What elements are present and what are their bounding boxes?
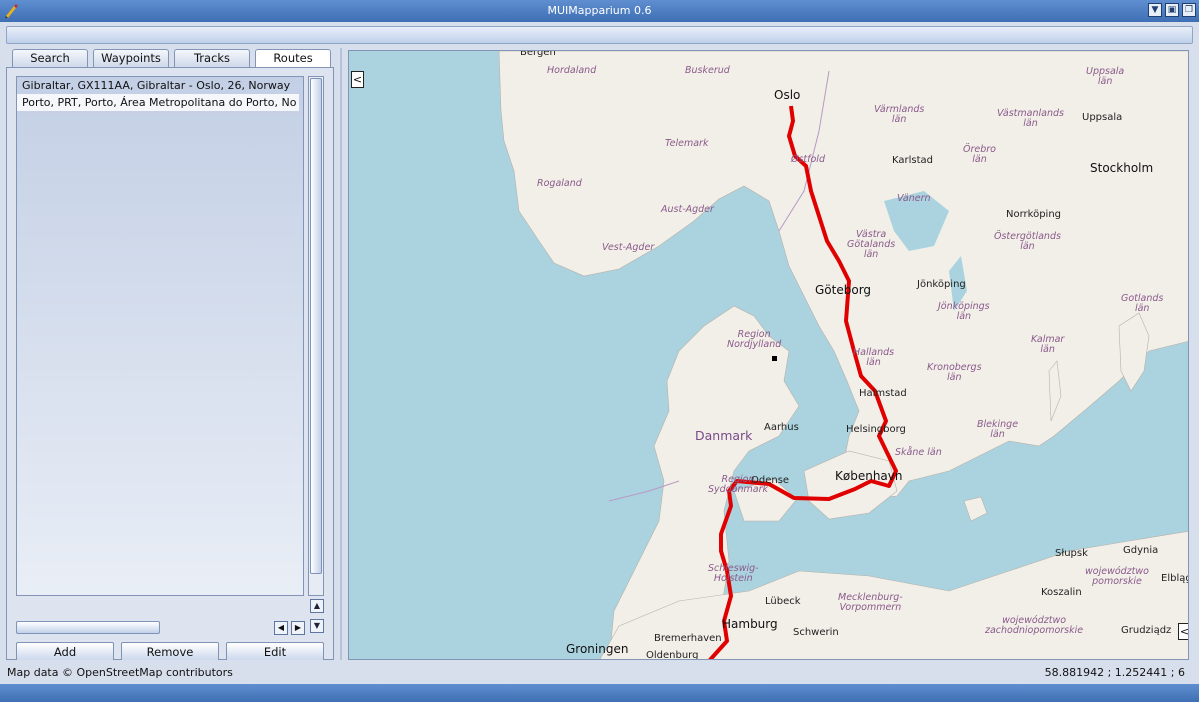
map-label: województwo zachodniopomorskie [985,615,1084,636]
map-label: Elbląg [1161,573,1189,584]
map-label: Vest-Agder [602,242,655,253]
map-label: Grudziądz [1121,625,1172,636]
map-label: województwo pomorskie [1085,566,1149,587]
routes-list[interactable]: Gibraltar, GX111AA, Gibraltar - Oslo, 26… [16,76,304,596]
map-label: Göteborg [815,283,872,297]
bottom-border [0,684,1199,702]
app-icon [5,4,18,18]
map-label: Schwerin [793,627,839,638]
edit-button[interactable]: Edit [226,642,324,662]
map-label: Hallands län [853,347,895,368]
scroll-right-icon[interactable]: ▶ [291,621,305,635]
bornholm-island [963,496,988,522]
list-vertical-scrollbar[interactable] [308,76,324,596]
panel-splitter[interactable] [340,48,342,660]
map-label: Blekinge län [977,419,1019,440]
tab-waypoints[interactable]: Waypoints [93,49,169,67]
map-label: København [835,469,903,483]
map-label: Østfold [791,154,825,165]
map-label: Hordaland [547,65,597,76]
map-label: Skåne län [895,447,942,458]
toolbar-strip [6,26,1193,44]
scroll-down-icon[interactable]: ▼ [310,619,324,633]
coordinates-readout: 58.881942 ; 1.252441 ; 6 [1044,666,1185,679]
zoom-window-icon[interactable]: ▣ [1165,3,1179,17]
status-bar: Map data © OpenStreetMap contributors 58… [0,660,1199,684]
marker-dot [772,356,777,361]
map-label: Koszalin [1041,587,1082,598]
iconify-icon[interactable]: ▼ [1148,3,1162,17]
map-label: Bremerhaven [654,633,722,644]
map-label: Vänern [897,193,931,204]
window-title: MUIMapparium 0.6 [547,4,652,17]
map-label: Aarhus [764,422,799,433]
map-label: Region Nordjylland [727,329,782,350]
map-label: Lübeck [765,596,801,607]
map-label: Jönköpings län [938,301,990,322]
map-label: Stockholm [1090,161,1154,175]
map-view[interactable]: < < Bergen Hordaland Buskerud Oslo Uppsa… [348,50,1189,660]
left-panel: Search Waypoints Tracks Routes Gibraltar… [6,48,334,662]
map-label: Västra Götalands län [847,229,896,260]
map-label: Schleswig- Holstein [708,563,759,584]
map-label: Norrköping [1006,209,1062,220]
map-label: Telemark [665,138,709,149]
map-label: Uppsala län [1086,66,1125,87]
tab-search[interactable]: Search [12,49,88,67]
map-label: Västmanlands län [997,108,1064,129]
remove-button[interactable]: Remove [121,642,219,662]
route-item[interactable]: Porto, PRT, Porto, Área Metropolitana do… [17,94,299,111]
map-label: Karlstad [892,155,934,166]
map-label: Słupsk [1055,548,1088,559]
map-label: Oslo [774,88,801,102]
title-bar: MUIMapparium 0.6 ▼ ▣ ❐ [0,0,1199,22]
map-label: Bergen [520,50,556,58]
tab-tracks[interactable]: Tracks [174,49,250,67]
map-label: Groningen [566,642,629,656]
routes-panel: Gibraltar, GX111AA, Gibraltar - Oslo, 26… [6,67,334,662]
map-label: Rogaland [537,178,582,189]
map-label: Mecklenburg- Vorpommern [838,592,903,613]
map-canvas[interactable] [349,51,1189,660]
map-label: Buskerud [685,65,730,76]
add-button[interactable]: Add [16,642,114,662]
depth-icon[interactable]: ❐ [1182,3,1196,17]
map-label: Örebro län [963,144,996,165]
tab-routes[interactable]: Routes [255,49,331,68]
map-label: Danmark [695,428,753,443]
main-window: Search Waypoints Tracks Routes Gibraltar… [0,22,1199,702]
collapse-left-button[interactable]: < [351,71,364,88]
map-label: Oldenburg [646,650,699,660]
map-label: Kalmar län [1031,334,1065,355]
scrollbar-thumb[interactable] [310,78,322,574]
map-label: Helsingborg [846,424,906,435]
scroll-up-icon[interactable]: ▲ [310,599,324,613]
map-label: Gotlands län [1121,293,1164,314]
map-label: Hamburg [722,617,778,631]
map-label: Kronobergs län [927,362,982,383]
map-label: Östergötlands län [994,231,1061,252]
map-label: Aust-Agder [661,204,714,215]
list-horizontal-scrollbar[interactable] [16,621,160,634]
map-label: Värmlands län [874,104,925,125]
tab-bar: Search Waypoints Tracks Routes [12,49,331,68]
map-label: Odense [751,475,790,486]
map-label: Halmstad [859,388,907,399]
collapse-right-button[interactable]: < [1178,623,1188,640]
route-item[interactable]: Gibraltar, GX111AA, Gibraltar - Oslo, 26… [17,77,303,94]
scroll-left-icon[interactable]: ◀ [274,621,288,635]
map-label: Gdynia [1123,545,1159,556]
map-label: Jönköping [917,279,966,290]
map-label: Uppsala [1082,112,1123,123]
map-attribution: Map data © OpenStreetMap contributors [7,666,233,679]
